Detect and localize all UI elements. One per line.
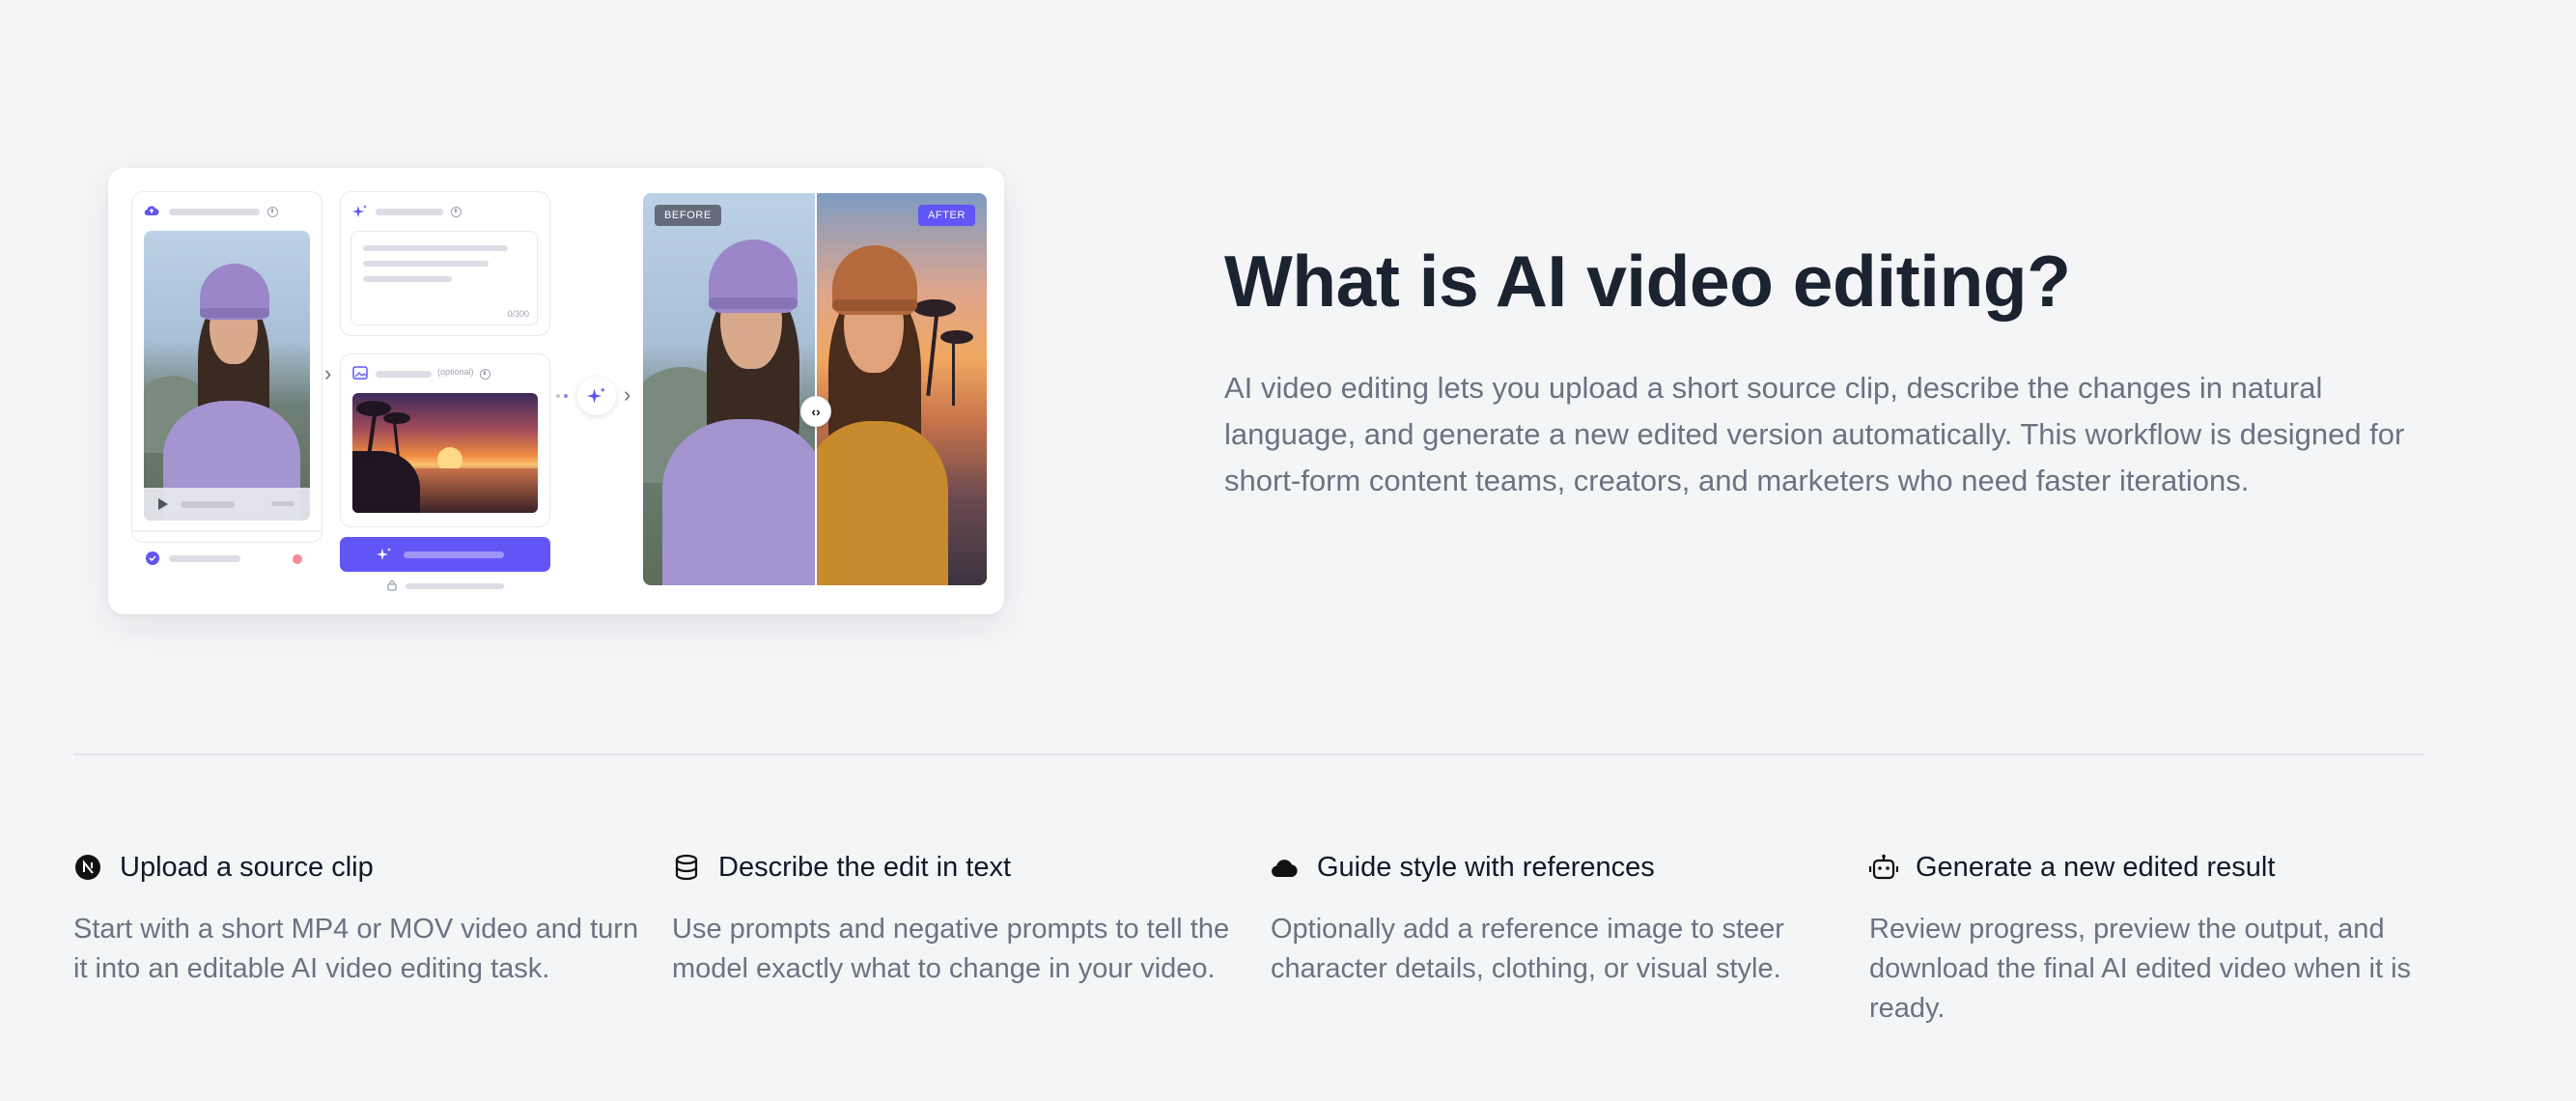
sparkle-icon xyxy=(587,387,605,404)
info-icon xyxy=(451,207,462,217)
prompt-char-counter: 0/300 xyxy=(507,309,529,319)
before-label: BEFORE xyxy=(655,205,721,226)
sparkle-icon xyxy=(377,548,391,560)
feature-title: Generate a new edited result xyxy=(1916,851,2276,883)
feature-description: Start with a short MP4 or MOV video and … xyxy=(73,914,639,984)
feature-title: Guide style with references xyxy=(1317,851,1655,883)
reference-panel: (optional) xyxy=(340,353,550,527)
cloud-icon xyxy=(1271,853,1300,882)
section-heading: What is AI video editing? xyxy=(1224,240,2071,322)
magic-sparkle-badge xyxy=(577,377,616,415)
feature-title: Describe the edit in text xyxy=(718,851,1012,883)
chevron-right-icon: › xyxy=(324,361,332,385)
feature-item: Guide style with references Optionally a… xyxy=(1271,848,1840,989)
feature-description: Use prompts and negative prompts to tell… xyxy=(672,914,1230,984)
prompt-panel: 0/300 xyxy=(340,191,550,336)
nextjs-icon xyxy=(73,853,102,882)
sparkle-icon xyxy=(352,205,367,217)
image-icon xyxy=(352,366,368,380)
info-icon xyxy=(267,207,278,217)
video-player-controls[interactable] xyxy=(144,488,310,521)
feature-item: Describe the edit in text Use prompts an… xyxy=(672,848,1242,989)
section-description: AI video editing lets you upload a short… xyxy=(1224,371,2405,497)
after-label: AFTER xyxy=(917,205,975,226)
after-image xyxy=(817,193,987,585)
feature-title: Upload a source clip xyxy=(120,851,374,883)
cloud-upload-icon xyxy=(144,206,159,216)
comparison-divider xyxy=(815,193,817,585)
info-icon xyxy=(480,369,490,380)
prompt-textarea[interactable]: 0/300 xyxy=(350,231,538,325)
reference-image-thumbnail[interactable] xyxy=(352,393,538,513)
section-divider xyxy=(73,753,2423,755)
generate-button[interactable] xyxy=(340,537,550,572)
chevron-right-icon: › xyxy=(624,382,631,407)
before-after-comparison[interactable]: BEFORE AFTER ‹› xyxy=(643,193,987,585)
feature-item: Generate a new edited result Review prog… xyxy=(1869,848,2439,1029)
feature-description: Optionally add a reference image to stee… xyxy=(1271,914,1784,984)
source-video-thumbnail[interactable] xyxy=(144,231,310,521)
check-icon xyxy=(146,551,159,565)
robot-icon xyxy=(1869,853,1898,882)
feature-item: Upload a source clip Start with a short … xyxy=(73,848,643,989)
upload-panel xyxy=(131,191,322,565)
database-icon xyxy=(672,853,701,882)
compare-slider-handle[interactable]: ‹› xyxy=(800,396,831,427)
reference-optional-label: (optional) xyxy=(437,367,474,377)
lock-icon xyxy=(387,579,397,591)
connector-dots xyxy=(556,394,575,398)
play-icon[interactable] xyxy=(157,497,169,511)
feature-description: Review progress, preview the output, and… xyxy=(1869,914,2412,1024)
editor-mockup-card: › 0/300 (optional) › BEFORE AFTER ‹› xyxy=(108,168,1004,614)
status-dot xyxy=(293,554,302,564)
before-image xyxy=(643,193,815,585)
